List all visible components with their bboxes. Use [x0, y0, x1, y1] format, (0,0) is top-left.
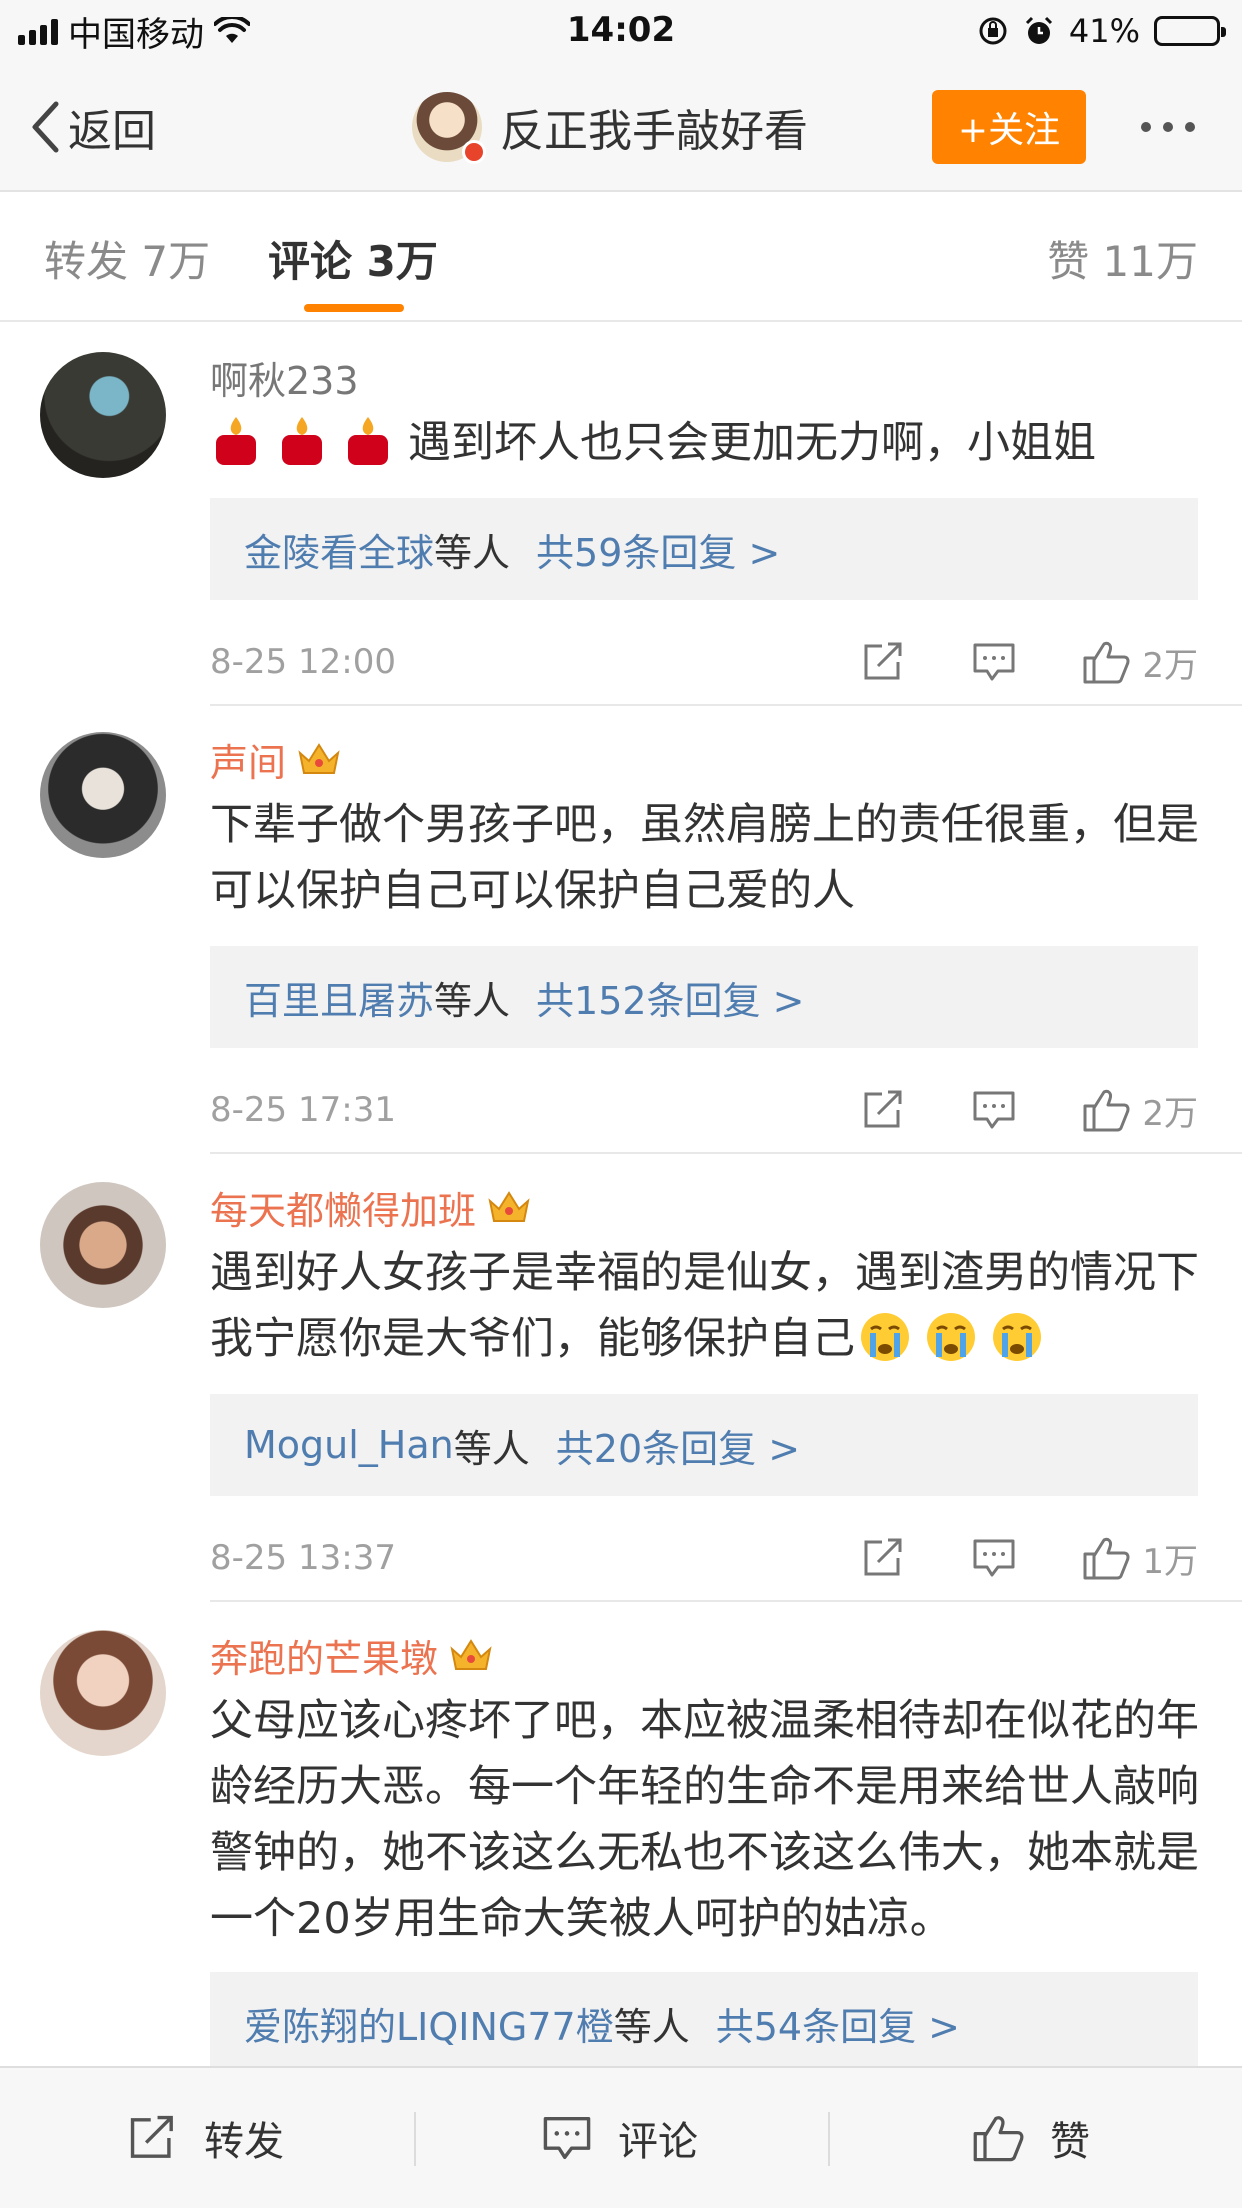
back-button[interactable]: 返回 — [30, 94, 156, 160]
comment-button[interactable]: 评论 — [542, 2068, 698, 2208]
more-button[interactable] — [1128, 90, 1208, 164]
like-icon[interactable] — [1082, 640, 1130, 684]
divider — [828, 2112, 830, 2166]
repost-label: 转发 — [204, 2119, 284, 2165]
comment-meta: 8-25 12:00 2万 — [210, 632, 1198, 692]
comment-time: 8-25 17:31 — [210, 1090, 396, 1130]
divider — [414, 2112, 416, 2166]
vip-crown-icon — [298, 742, 340, 774]
divider — [210, 1152, 1242, 1154]
comment-time: 8-25 12:00 — [210, 642, 396, 682]
profile-header[interactable]: 反正我手敲好看 — [412, 90, 808, 164]
battery-percent: 41% — [1068, 12, 1140, 50]
tab-repost[interactable]: 转发 7万 — [44, 228, 210, 289]
share-icon — [130, 2115, 173, 2158]
verified-badge-icon — [462, 140, 486, 164]
like-count: 2万 — [1142, 645, 1198, 686]
crying-face-icon — [859, 1311, 911, 1363]
status-right: 41% — [977, 10, 1226, 52]
share-icon[interactable] — [862, 1090, 906, 1130]
follow-button[interactable]: +关注 — [932, 90, 1086, 164]
tab-likes[interactable]: 赞 11万 — [1047, 228, 1198, 289]
page-title: 反正我手敲好看 — [500, 106, 808, 157]
like-count: 1万 — [1142, 1541, 1198, 1582]
vip-crown-icon — [450, 1638, 492, 1670]
more-icon — [1141, 122, 1151, 132]
tab-comments[interactable]: 评论 3万 — [268, 228, 438, 289]
username[interactable]: 奔跑的芒果墩 — [210, 1628, 494, 1683]
back-label: 返回 — [68, 106, 156, 157]
comment-text: 遇到坏人也只会更加无力啊，小姐姐 — [210, 410, 1210, 476]
like-label: 赞 — [1050, 2119, 1090, 2165]
replies-button[interactable]: 百里且屠苏 等人 共152条回复 > — [210, 946, 1198, 1048]
username[interactable]: 啊秋233 — [210, 350, 359, 405]
repost-button[interactable]: 转发 — [128, 2068, 284, 2208]
replies-button[interactable]: 金陵看全球 等人 共59条回复 > — [210, 498, 1198, 600]
username[interactable]: 声间 — [210, 732, 342, 787]
comment-icon — [543, 2116, 591, 2160]
comment-label: 评论 — [618, 2119, 698, 2165]
comment-meta: 8-25 13:37 1万 — [210, 1528, 1198, 1588]
avatar[interactable] — [412, 92, 486, 164]
divider — [210, 1600, 1242, 1602]
crying-face-icon — [925, 1311, 977, 1363]
avatar[interactable] — [40, 352, 166, 478]
tab-indicator — [304, 304, 404, 312]
vip-crown-icon — [488, 1190, 530, 1222]
like-icon[interactable] — [1082, 1088, 1130, 1132]
share-icon[interactable] — [862, 642, 906, 682]
comment-text: 父母应该心疼坏了吧，本应被温柔相待却在似花的年龄经历大恶。每一个年轻的生命不是用… — [210, 1696, 1199, 1944]
candle-icon — [210, 415, 262, 467]
tab-bar: 转发 7万 评论 3万 赞 11万 — [0, 192, 1242, 322]
like-count: 2万 — [1142, 1093, 1198, 1134]
reply-icon[interactable] — [972, 1090, 1016, 1130]
alarm-icon — [1025, 16, 1052, 44]
navigation-bar: 返回 反正我手敲好看 +关注 — [0, 62, 1242, 192]
bottom-toolbar: 转发 评论 赞 — [0, 2066, 1242, 2208]
status-bar: 中国移动 14:02 41% — [0, 0, 1242, 62]
avatar[interactable] — [40, 732, 166, 858]
avatar[interactable] — [40, 1630, 166, 1756]
share-icon[interactable] — [862, 1538, 906, 1578]
like-icon[interactable] — [1082, 1536, 1130, 1580]
comment-list: 啊秋233 遇到坏人也只会更加无力啊，小姐姐 金陵看全球 等人 共59条回复 > 8… — [0, 324, 1242, 2066]
like-icon — [973, 2116, 1024, 2162]
replies-button[interactable]: 爱陈翔的LIQING77橙 等人 共54条回复 > — [210, 1972, 1198, 2066]
comment-meta: 8-25 17:31 2万 — [210, 1080, 1198, 1140]
orientation-lock-icon — [979, 17, 1007, 45]
candle-icon — [276, 415, 328, 467]
reply-icon[interactable] — [972, 1538, 1016, 1578]
comment-text: 下辈子做个男孩子吧，虽然肩膀上的责任很重，但是可以保护自己可以保护自己爱的人 — [210, 800, 1199, 916]
comment-text: 遇到好人女孩子是幸福的是仙女，遇到渣男的情况下我宁愿你是大爷们，能够保护自己 — [210, 1248, 1199, 1364]
chevron-left-icon — [32, 101, 59, 153]
crying-face-icon — [991, 1311, 1043, 1363]
avatar[interactable] — [40, 1182, 166, 1308]
candle-icon — [342, 415, 394, 467]
reply-icon[interactable] — [972, 642, 1016, 682]
like-button[interactable]: 赞 — [972, 2068, 1090, 2208]
divider — [210, 704, 1242, 706]
battery-icon — [1154, 16, 1226, 46]
comment-time: 8-25 13:37 — [210, 1538, 396, 1578]
username[interactable]: 每天都懒得加班 — [210, 1180, 532, 1235]
replies-button[interactable]: Mogul_Han 等人 共20条回复 > — [210, 1394, 1198, 1496]
